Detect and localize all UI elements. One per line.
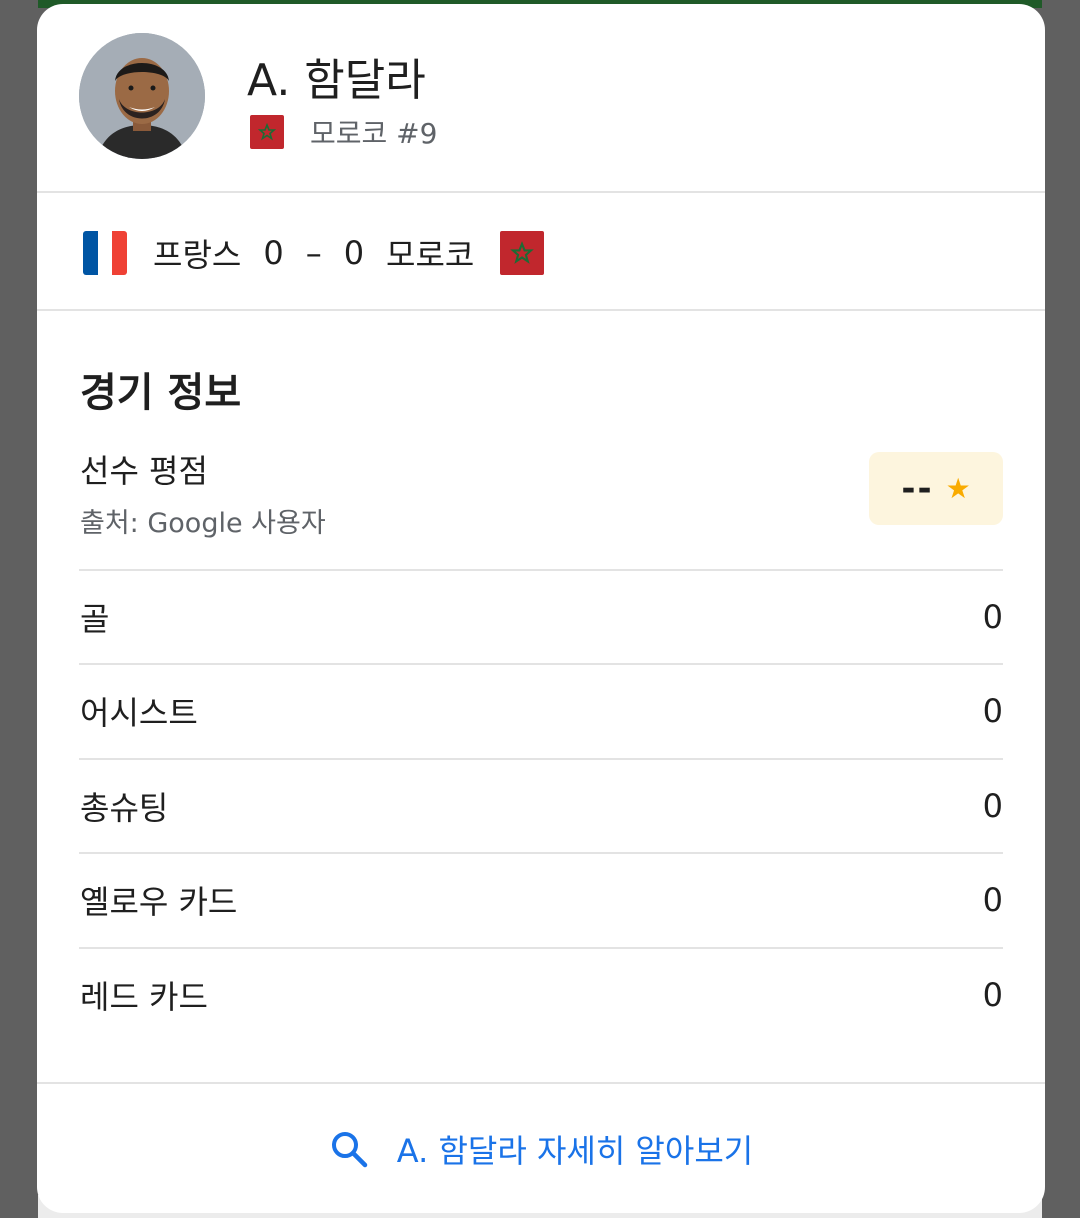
player-team-number: 모로코 #9 xyxy=(310,117,438,150)
section-title: 경기 정보 xyxy=(80,370,242,416)
stat-row-assists: 어시스트 0 xyxy=(80,665,1003,757)
header-divider xyxy=(37,191,1045,193)
player-name: A. 함달라 xyxy=(247,55,426,106)
stat-label: 레드 카드 xyxy=(80,978,208,1016)
score-separator: – xyxy=(305,234,322,272)
france-flag-icon xyxy=(83,231,127,275)
player-team-line: 모로코 #9 xyxy=(250,112,437,152)
match-score-row[interactable]: 프랑스 0 – 0 모로코 xyxy=(83,230,545,276)
stat-value: 0 xyxy=(982,976,1003,1014)
stat-row-red-cards: 레드 카드 0 xyxy=(80,949,1003,1041)
away-team-name: 모로코 xyxy=(386,236,475,274)
stat-value: 0 xyxy=(982,598,1003,636)
stat-row-shots: 총슈팅 0 xyxy=(80,760,1003,852)
stat-value: 0 xyxy=(982,787,1003,825)
morocco-flag-icon xyxy=(250,115,284,149)
player-photo-icon xyxy=(79,33,205,159)
home-team-name: 프랑스 xyxy=(153,236,242,274)
stat-label: 옐로우 카드 xyxy=(80,883,238,921)
stat-label: 총슈팅 xyxy=(80,789,169,827)
stat-value: 0 xyxy=(982,881,1003,919)
player-rating-value: -- xyxy=(901,468,934,509)
search-icon xyxy=(329,1129,369,1169)
learn-more-link[interactable]: A. 함달라 자세히 알아보기 xyxy=(37,1084,1045,1213)
player-card-dialog: A. 함달라 모로코 #9 프랑스 0 – 0 모로코 경기 정보 선수 평점 … xyxy=(37,4,1045,1213)
stat-label: 어시스트 xyxy=(80,694,198,732)
home-score: 0 xyxy=(263,234,284,272)
morocco-flag-icon xyxy=(500,231,545,275)
stat-value: 0 xyxy=(982,692,1003,730)
learn-more-link-label: A. 함달라 자세히 알아보기 xyxy=(396,1131,754,1170)
player-rating-label: 선수 평점 xyxy=(80,452,208,490)
stat-label: 골 xyxy=(80,600,110,638)
player-avatar[interactable] xyxy=(79,33,205,159)
player-rating-button[interactable]: -- ★ xyxy=(869,452,1003,525)
star-icon: ★ xyxy=(945,472,971,505)
stat-row-yellow-cards: 옐로우 카드 0 xyxy=(80,854,1003,946)
score-divider xyxy=(37,309,1045,311)
stat-row-goals: 골 0 xyxy=(80,571,1003,663)
away-score: 0 xyxy=(343,234,365,272)
player-rating-source: 출처: Google 사용자 xyxy=(80,508,326,539)
